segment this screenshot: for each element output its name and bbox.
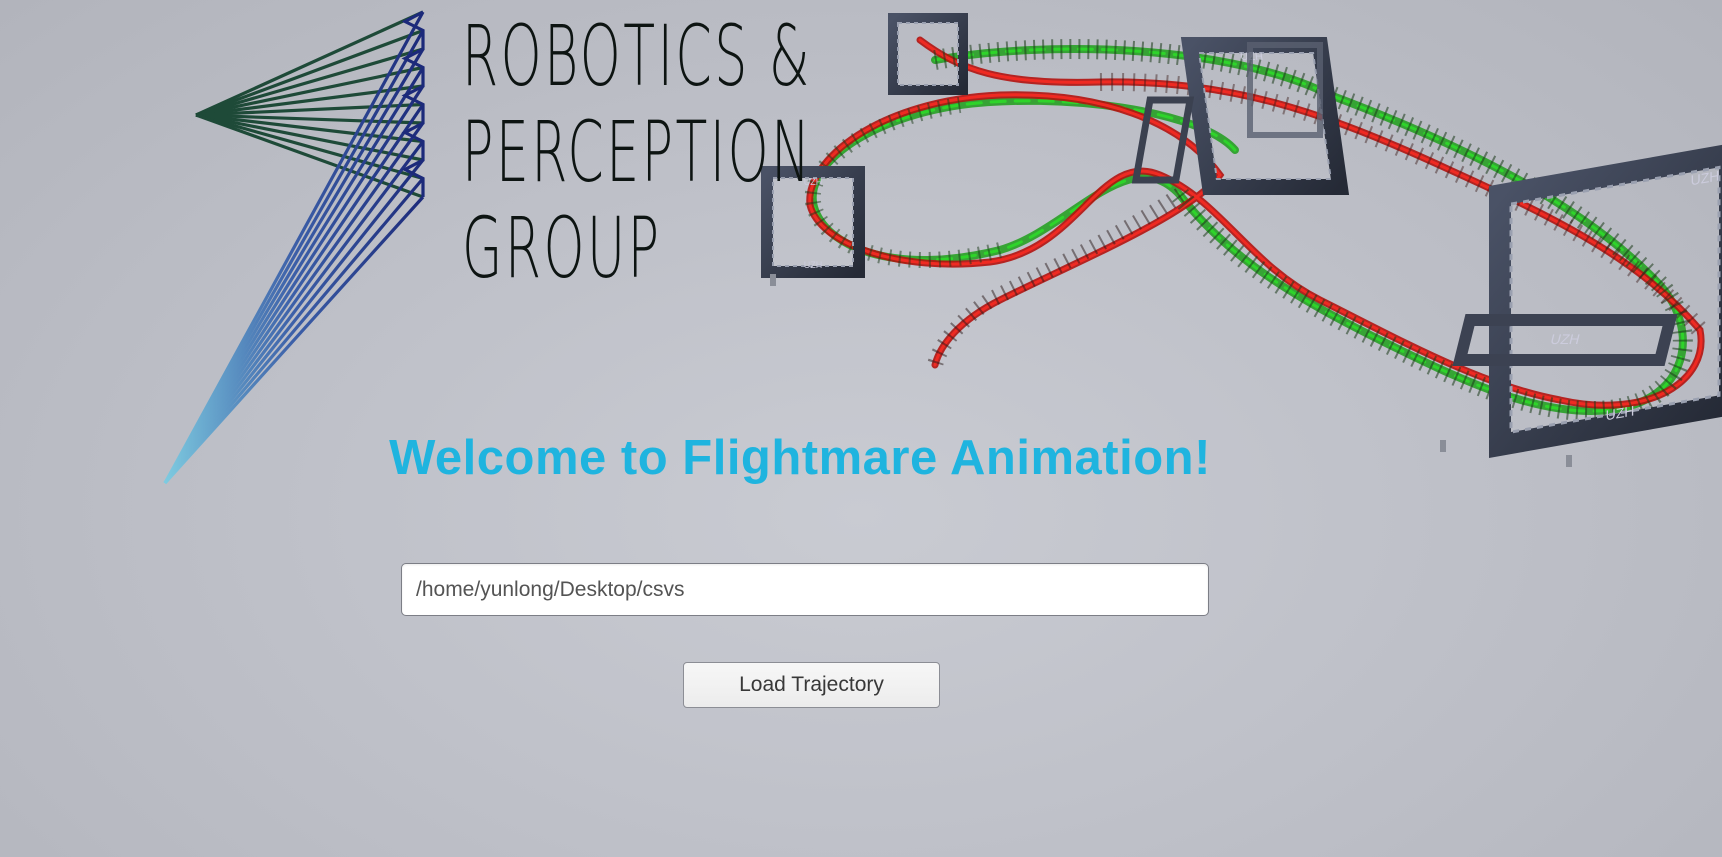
svg-text:UZH: UZH	[804, 260, 823, 270]
csv-path-input[interactable]	[401, 563, 1209, 616]
svg-text:UZH: UZH	[1549, 332, 1582, 348]
logo-line-3: GROUP	[462, 199, 662, 297]
welcome-title: Welcome to Flightmare Animation!	[389, 431, 1211, 485]
logo-wordmark: ROBOTICS & PERCEPTION GROUP	[462, 7, 813, 297]
logo-line-2: PERCEPTION	[462, 103, 813, 201]
load-trajectory-button[interactable]: Load Trajectory	[683, 662, 940, 708]
rpg-logo-icon	[163, 10, 425, 485]
logo-line-1: ROBOTICS &	[462, 7, 812, 105]
